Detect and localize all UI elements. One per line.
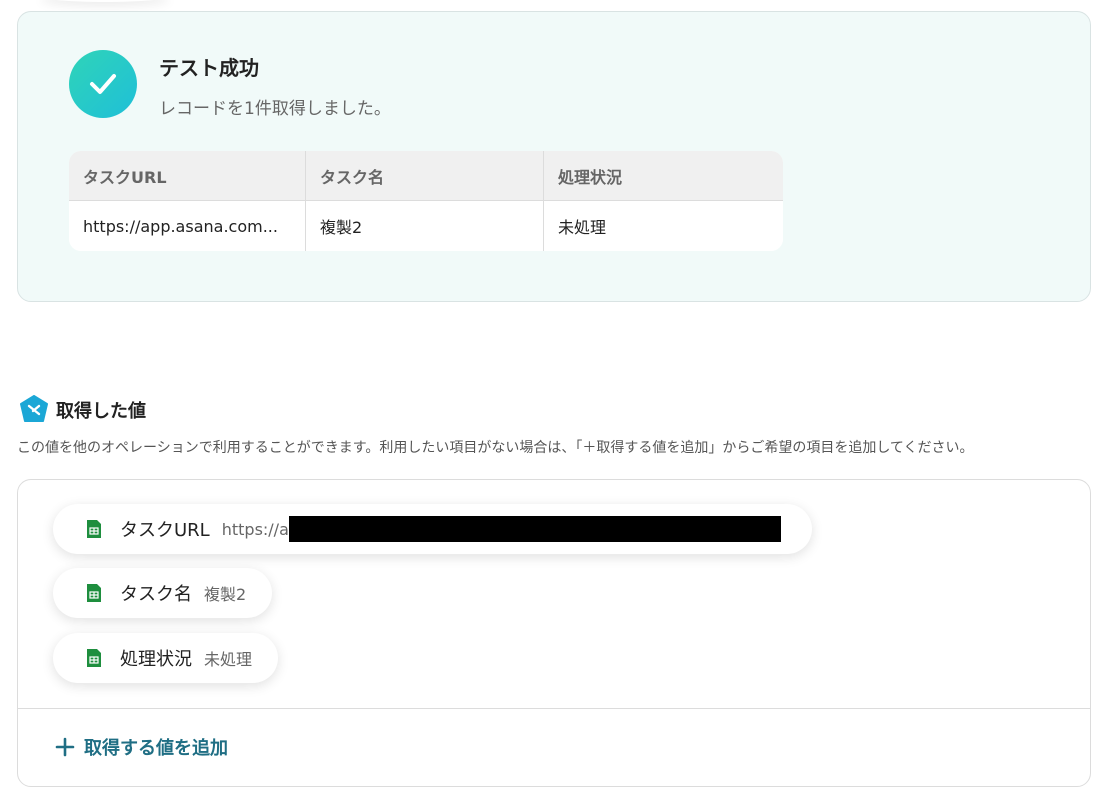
test-result-panel: テスト成功 レコードを1件取得しました。 タスクURL タスク名 処理状況 ht… xyxy=(17,11,1091,302)
add-value-button[interactable]: 取得する値を追加 xyxy=(54,730,228,764)
section-description: この値を他のオペレーションで利用することができます。利用したい項目がない場合は、… xyxy=(17,440,974,456)
table-row: https://app.asana.com... 複製2 未処理 xyxy=(69,201,783,251)
table-cell: 複製2 xyxy=(306,201,544,251)
success-check-icon xyxy=(69,50,137,118)
spreadsheet-icon xyxy=(87,584,101,602)
value-pill-task-url[interactable]: タスクURL https://a xyxy=(53,504,812,554)
value-label: 処理状況 xyxy=(120,649,192,670)
value-label: タスクURL xyxy=(120,520,210,541)
divider xyxy=(18,708,1090,709)
result-table: タスクURL タスク名 処理状況 https://app.asana.com..… xyxy=(69,151,783,251)
success-title: テスト成功 xyxy=(159,56,259,80)
plus-icon xyxy=(55,737,75,757)
spreadsheet-icon xyxy=(87,520,101,538)
table-header-cell: タスクURL xyxy=(69,151,306,200)
table-cell: 未処理 xyxy=(558,218,607,237)
value-pill-task-name[interactable]: タスク名 複製2 xyxy=(53,568,273,618)
table-header-row: タスクURL タスク名 処理状況 xyxy=(69,151,783,201)
section-title: 取得した値 xyxy=(56,401,146,422)
value-pill-status[interactable]: 処理状況 未処理 xyxy=(53,633,279,683)
value-text: 複製2 xyxy=(204,585,247,604)
value-label: タスク名 xyxy=(120,584,192,605)
retrieved-values-panel: タスクURL https://a タスク名 複製2 処理状況 未処理 取得する値… xyxy=(17,479,1091,787)
redacted-block xyxy=(288,516,781,542)
table-header-cell: 処理状況 xyxy=(558,167,623,187)
spreadsheet-icon xyxy=(87,649,101,667)
top-card-shadow xyxy=(40,0,170,2)
value-text: 未処理 xyxy=(204,650,253,669)
add-value-label: 取得する値を追加 xyxy=(84,738,228,759)
yoom-logo-icon xyxy=(19,395,49,423)
success-subtitle: レコードを1件取得しました。 xyxy=(159,99,391,119)
table-cell: https://app.asana.com... xyxy=(69,201,306,251)
table-header-cell: タスク名 xyxy=(306,151,544,200)
value-text: https://a xyxy=(221,519,289,539)
